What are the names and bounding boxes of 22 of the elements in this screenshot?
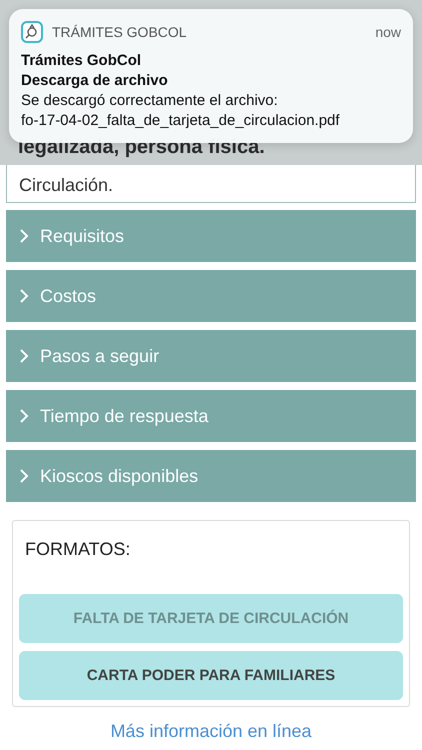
notification-body: Se descargó correctamente el archivo: bbox=[21, 91, 279, 111]
accordion-item[interactable]: Tiempo de respuesta bbox=[6, 390, 416, 442]
formats-title: FORMATOS: bbox=[24, 539, 132, 561]
notification-title: Trámites GobCol bbox=[21, 51, 142, 71]
app-name: TRÁMITES GOBCOL bbox=[52, 24, 188, 40]
accordion-item[interactable]: Kioscos disponibles bbox=[6, 450, 416, 502]
accordion-item[interactable]: Pasos a seguir bbox=[6, 330, 416, 382]
accordion-item[interactable]: Costos bbox=[6, 270, 416, 322]
chevron-icon bbox=[18, 228, 30, 244]
chevron-icon bbox=[18, 288, 30, 304]
format-button[interactable]: CARTA PODER PARA FAMILIARES bbox=[19, 651, 403, 700]
more-info-link[interactable]: Más información en línea bbox=[0, 721, 422, 742]
app-icon bbox=[21, 21, 43, 43]
notification-body: fo-17-04-02_falta_de_tarjeta_de_circulacion.pdf bbox=[21, 111, 341, 131]
notification-banner[interactable]: TRÁMITES GOBCOL now Trámites GobCol Descarga de archivo Se descargó correctamente el archivo: fo-17-04-02_falta_de_tarjeta_de_circulacion.pdf bbox=[9, 9, 413, 143]
notification-time: now bbox=[375, 24, 401, 40]
accordion-item[interactable]: Requisitos bbox=[6, 210, 416, 262]
chevron-icon bbox=[18, 468, 30, 484]
notification-subtitle: Descarga de archivo bbox=[21, 71, 169, 91]
description-text: Circulación. bbox=[6, 165, 416, 203]
chevron-icon bbox=[18, 348, 30, 364]
chevron-icon bbox=[18, 408, 30, 424]
